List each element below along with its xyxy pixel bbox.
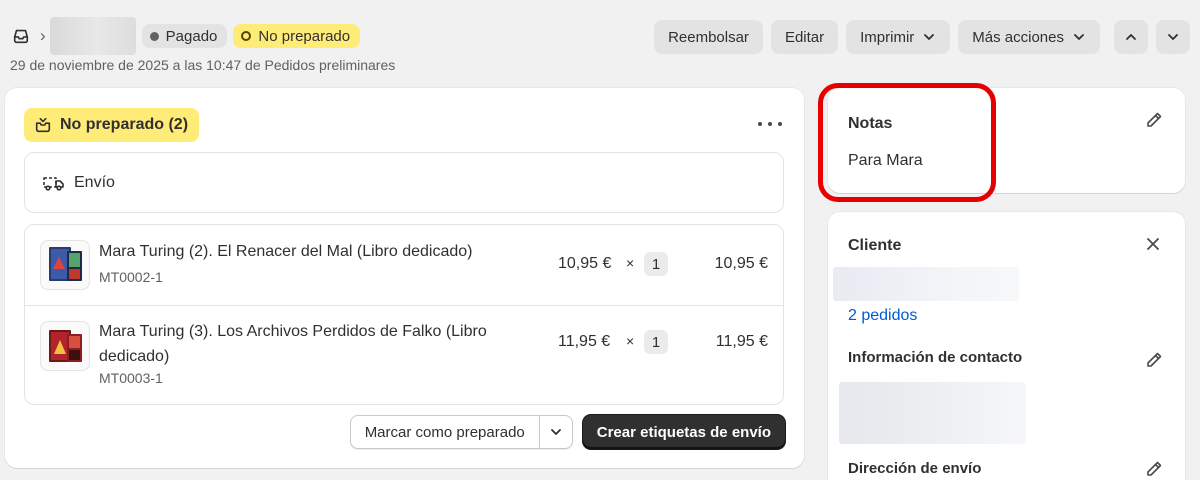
chevron-down-icon: [1074, 34, 1084, 40]
product-title[interactable]: Mara Turing (2). El Renacer del Mal (Lib…: [99, 239, 529, 264]
shipping-method-row: Envío: [24, 152, 784, 213]
multiply-sign: ×: [626, 255, 635, 271]
breadcrumb-separator: ›: [40, 26, 46, 45]
unit-price: 10,95 €: [558, 255, 612, 272]
contact-info-redacted: [839, 382, 1026, 444]
page-header: › Pagado No preparado 29 de noviembre de…: [0, 0, 1200, 80]
status-ring-icon: [241, 31, 252, 41]
header-actions: Reembolsar Editar Imprimir Más acciones: [654, 20, 1190, 54]
line-item: Mara Turing (2). El Renacer del Mal (Lib…: [25, 225, 783, 306]
fulfillment-status-badge: No preparado: [233, 24, 361, 48]
unfulfilled-status-label: No preparado (2): [60, 116, 189, 133]
truck-icon: [43, 176, 64, 191]
line-items-list: Mara Turing (2). El Renacer del Mal (Lib…: [24, 224, 784, 405]
chevron-down-icon: [924, 34, 935, 40]
fulfillment-card: No preparado (2) Envío Mara Turing (2). …: [5, 88, 804, 468]
print-button-label: Imprimir: [860, 28, 915, 46]
line-item: Mara Turing (3). Los Archivos Perdidos d…: [25, 306, 783, 405]
line-total: 10,95 €: [714, 255, 768, 272]
close-icon[interactable]: [1145, 236, 1161, 252]
fulfillment-actions: Marcar como preparado Crear etiquetas de…: [349, 415, 785, 449]
line-total: 11,95 €: [715, 333, 768, 350]
print-button[interactable]: Imprimir: [846, 20, 951, 54]
pencil-icon[interactable]: [1145, 111, 1163, 129]
chevron-down-icon: [1168, 34, 1178, 40]
multiply-sign: ×: [626, 333, 635, 349]
pencil-icon[interactable]: [1145, 460, 1163, 478]
product-sku: MT0003-1: [99, 370, 163, 386]
shipping-label: Envío: [74, 173, 115, 191]
unfulfilled-status-pill: No preparado (2): [24, 108, 200, 142]
product-thumbnail[interactable]: [40, 240, 90, 290]
refund-button[interactable]: Reembolsar: [654, 20, 763, 54]
product-title[interactable]: Mara Turing (3). Los Archivos Perdidos d…: [99, 319, 529, 369]
quantity-badge: 1: [644, 252, 668, 276]
customer-name-redacted: [833, 267, 1019, 301]
package-icon: [35, 117, 51, 133]
contact-info-title: Información de contacto: [848, 349, 1023, 366]
next-order-button[interactable]: [1156, 20, 1190, 54]
create-shipping-labels-button[interactable]: Crear etiquetas de envío: [582, 415, 785, 449]
customer-card: Cliente 2 pedidos Información de contact…: [828, 212, 1185, 480]
product-thumbnail[interactable]: [40, 321, 90, 371]
customer-orders-link[interactable]: 2 pedidos: [848, 307, 917, 325]
product-sku: MT0002-1: [99, 269, 163, 285]
customer-title: Cliente: [848, 237, 902, 254]
quantity-badge: 1: [644, 330, 668, 354]
pencil-icon[interactable]: [1145, 351, 1163, 369]
more-actions-button[interactable]: Más acciones: [958, 20, 1100, 54]
mark-fulfilled-button[interactable]: Marcar como preparado: [351, 416, 540, 448]
more-actions-label: Más acciones: [972, 28, 1064, 46]
unit-price: 11,95 €: [558, 333, 611, 350]
edit-button[interactable]: Editar: [770, 20, 839, 54]
order-subtitle: 29 de noviembre de 2025 a las 10:47 de P…: [10, 57, 396, 73]
payment-status-badge: Pagado: [141, 24, 228, 48]
more-horizontal-icon[interactable]: [758, 114, 782, 134]
status-dot-icon: [149, 31, 159, 41]
chevron-down-icon: [550, 429, 561, 435]
chevron-up-icon: [1126, 34, 1136, 40]
notes-highlight-annotation: [818, 83, 996, 202]
mark-fulfilled-dropdown[interactable]: [540, 416, 572, 448]
mark-fulfilled-split-button: Marcar como preparado: [349, 415, 573, 449]
payment-status-label: Pagado: [165, 27, 218, 45]
shipping-address-title: Dirección de envío: [848, 460, 982, 477]
breadcrumb: › Pagado No preparado: [10, 17, 361, 55]
fulfillment-status-label: No preparado: [258, 27, 351, 45]
previous-order-button[interactable]: [1114, 20, 1148, 54]
order-number-redacted: [49, 17, 136, 55]
inbox-icon[interactable]: [10, 25, 32, 47]
